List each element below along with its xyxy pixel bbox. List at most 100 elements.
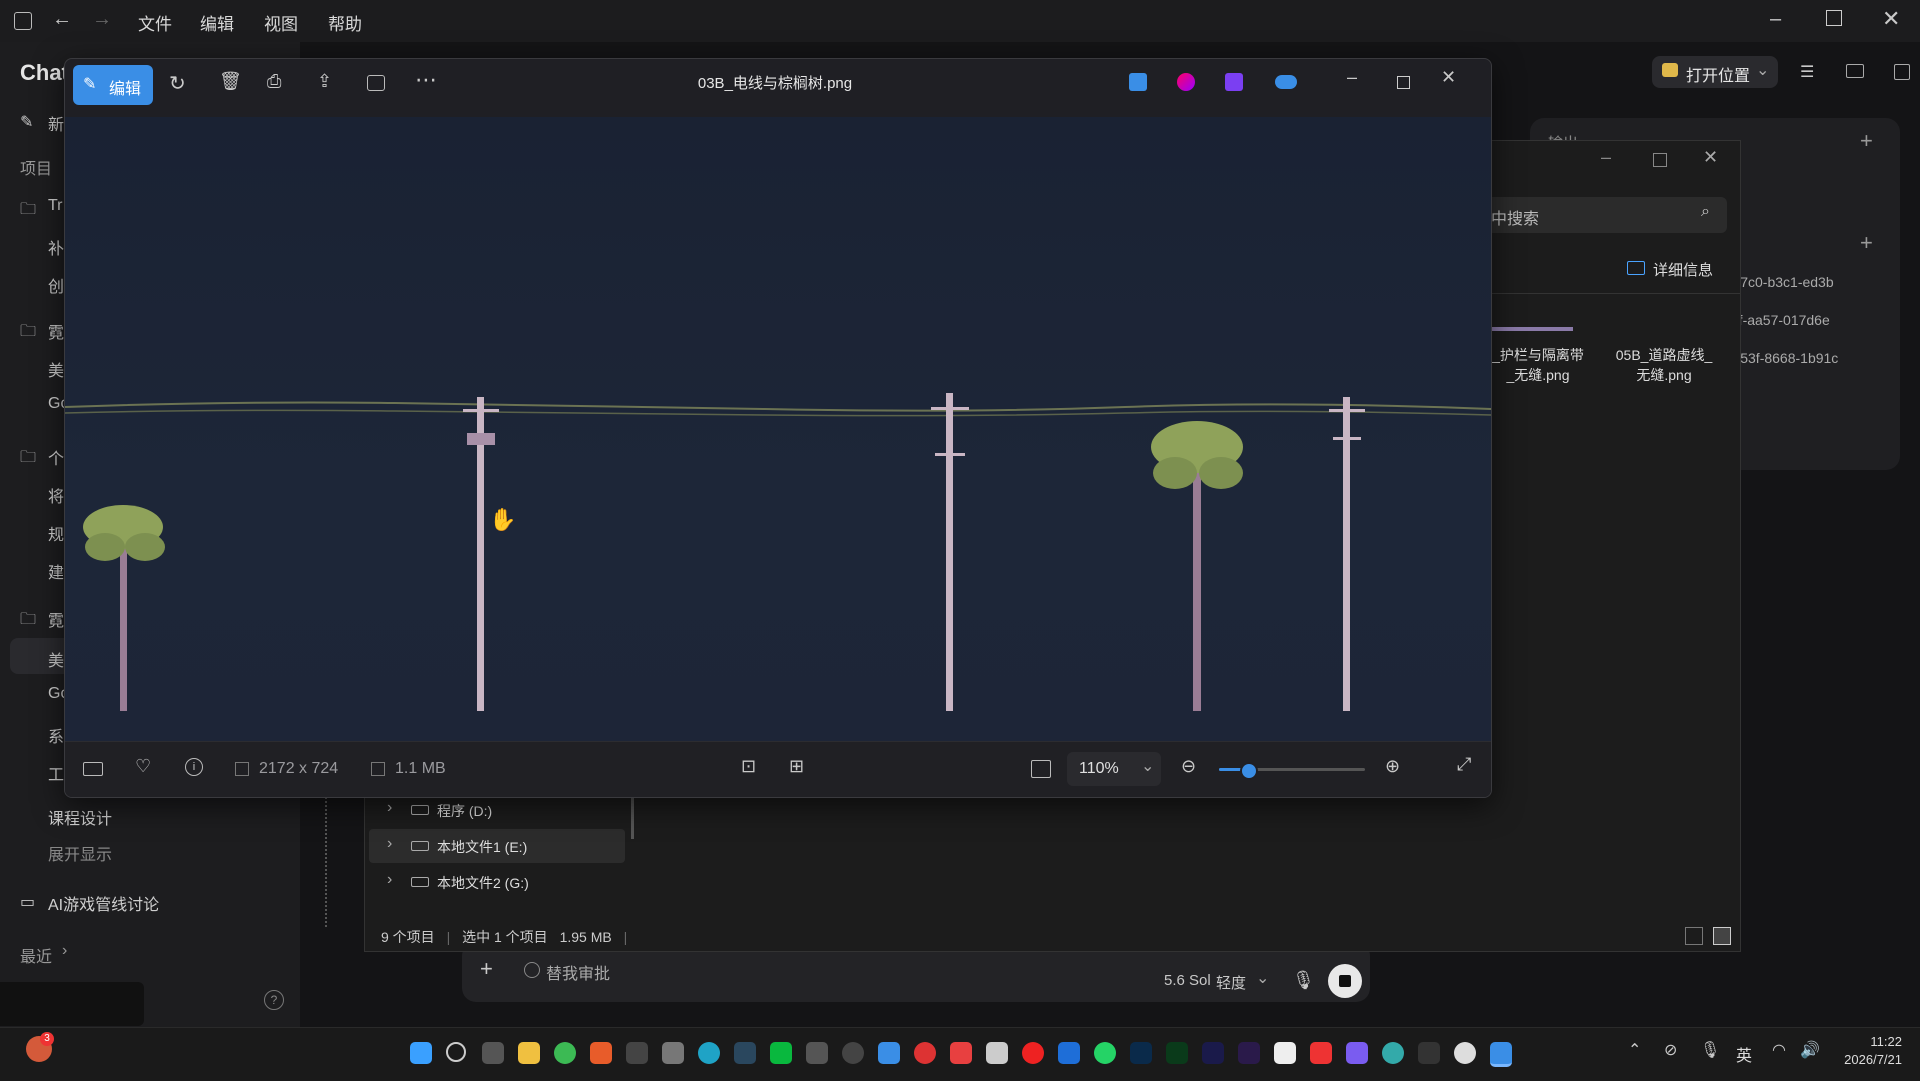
model-label[interactable]: 5.6 Sol xyxy=(1164,972,1211,989)
search-icon[interactable] xyxy=(446,1042,466,1062)
openai-icon[interactable] xyxy=(1454,1042,1476,1064)
zoom-out-icon[interactable]: ⊖ xyxy=(1181,756,1196,777)
chevron-right-icon[interactable]: › xyxy=(387,835,392,853)
menu-file[interactable]: 文件 xyxy=(138,10,172,35)
expand-more-link[interactable]: 展开显示 xyxy=(0,832,300,868)
info-icon[interactable]: i xyxy=(185,758,203,776)
start-icon[interactable] xyxy=(410,1042,432,1064)
blender-icon[interactable] xyxy=(590,1042,612,1064)
forward-arrow-icon[interactable]: → xyxy=(92,8,112,31)
print-icon[interactable]: ⎙ xyxy=(267,71,281,92)
menu-help[interactable]: 帮助 xyxy=(328,10,362,35)
sidebar-item-course[interactable]: 课程设计 xyxy=(0,796,300,832)
edge-icon[interactable] xyxy=(698,1042,720,1064)
steam-icon[interactable] xyxy=(734,1042,756,1064)
photos-taskbar-icon[interactable] xyxy=(1490,1042,1512,1067)
chat-input-placeholder[interactable]: 替我审批 xyxy=(546,960,610,984)
minimize-icon[interactable]: – xyxy=(1601,147,1611,168)
app-icon[interactable] xyxy=(1382,1042,1404,1064)
app-icon[interactable] xyxy=(1346,1042,1368,1064)
chevron-right-icon[interactable]: › xyxy=(387,871,392,889)
chevron-down-icon[interactable]: ⌄ xyxy=(1256,968,1269,988)
tree-item[interactable]: › 本地文件2 (G:) xyxy=(369,865,625,899)
app-icon[interactable] xyxy=(1166,1042,1188,1064)
rotate-icon[interactable]: ↻ xyxy=(169,71,186,96)
photoshop-icon[interactable] xyxy=(1130,1042,1152,1064)
tree-item[interactable]: › 程序 (D:) xyxy=(369,793,625,827)
notion-icon[interactable] xyxy=(1274,1042,1296,1064)
list-icon[interactable]: ☰ xyxy=(1800,62,1814,82)
file-item[interactable]: 05B_道路虚线_ 无缝.png xyxy=(1609,345,1719,385)
chrome-icon[interactable] xyxy=(554,1042,576,1064)
account-area[interactable] xyxy=(0,982,144,1026)
file-explorer-icon[interactable] xyxy=(518,1042,540,1064)
focus-icon[interactable]: ⊡ xyxy=(741,756,756,777)
app-icon[interactable] xyxy=(914,1042,936,1064)
wifi-icon[interactable]: ◠ xyxy=(1772,1040,1786,1060)
app-icon[interactable] xyxy=(626,1042,648,1064)
filmstrip-icon[interactable] xyxy=(83,762,103,776)
maximize-icon[interactable] xyxy=(1397,76,1410,89)
search-icon[interactable]: ⌕ xyxy=(1701,203,1710,221)
details-view-icon[interactable] xyxy=(1685,927,1703,945)
restore-icon[interactable] xyxy=(1826,10,1842,26)
ocr-icon[interactable]: ⊞ xyxy=(789,756,804,777)
app-icon[interactable] xyxy=(1022,1042,1044,1064)
app-icon[interactable] xyxy=(950,1042,972,1064)
clock-date[interactable]: 2026/7/21 xyxy=(1820,1052,1902,1067)
file-item[interactable]: _护栏与隔离带 _无缝.png xyxy=(1483,345,1593,385)
zoom-dropdown[interactable]: 110% ⌄ xyxy=(1067,752,1161,786)
delete-icon[interactable]: 🗑 xyxy=(219,71,242,92)
open-location-button[interactable]: 打开位置 ⌄ xyxy=(1652,56,1778,88)
fit-window-icon[interactable] xyxy=(1031,760,1051,778)
onedrive-icon[interactable] xyxy=(1275,75,1297,89)
app-icon[interactable] xyxy=(1058,1042,1080,1064)
tree-scrollbar[interactable] xyxy=(631,797,634,839)
volume-icon[interactable]: 🔊 xyxy=(1800,1040,1820,1060)
back-arrow-icon[interactable]: ← xyxy=(52,8,72,31)
close-icon[interactable]: ✕ xyxy=(1882,6,1900,32)
photos-app-icon[interactable] xyxy=(1129,73,1147,91)
search-input[interactable]: 中搜索 ⌕ xyxy=(1485,197,1727,233)
window-icon[interactable] xyxy=(1894,64,1910,80)
stop-button[interactable] xyxy=(1328,964,1362,998)
share-icon[interactable]: ⇪ xyxy=(317,71,332,92)
app-icon[interactable] xyxy=(806,1042,828,1064)
menu-edit[interactable]: 编辑 xyxy=(200,10,234,35)
ime-indicator[interactable]: 英 xyxy=(1736,1042,1752,1066)
task-view-icon[interactable] xyxy=(482,1042,504,1064)
add-icon[interactable]: + xyxy=(1860,128,1873,154)
edit-button[interactable]: ✎ 编辑 xyxy=(73,65,153,105)
recent-header[interactable]: 最近 › xyxy=(0,934,300,970)
after-effects-icon[interactable] xyxy=(1202,1042,1224,1064)
help-icon[interactable]: ? xyxy=(264,990,284,1010)
image-canvas[interactable]: ✋ xyxy=(65,117,1491,741)
menu-view[interactable]: 视图 xyxy=(264,10,298,35)
chevron-up-icon[interactable]: ⌃ xyxy=(1628,1040,1641,1060)
panel-icon[interactable] xyxy=(1846,64,1864,78)
zoom-slider-thumb[interactable] xyxy=(1240,762,1259,780)
minimize-icon[interactable]: – xyxy=(1770,8,1781,31)
app-icon[interactable] xyxy=(878,1042,900,1064)
add-icon[interactable]: + xyxy=(1860,230,1873,256)
app-icon[interactable] xyxy=(662,1042,684,1064)
whatsapp-icon[interactable] xyxy=(1094,1042,1116,1064)
clock-time[interactable]: 11:22 xyxy=(1836,1034,1902,1049)
network-off-icon[interactable]: ⊘ xyxy=(1664,1040,1677,1060)
app-icon[interactable] xyxy=(842,1042,864,1064)
sidebar-toggle-icon[interactable] xyxy=(14,12,32,30)
minimize-icon[interactable]: – xyxy=(1347,67,1357,88)
fullscreen-icon[interactable]: ⤢ xyxy=(1457,754,1471,775)
microphone-icon[interactable]: 🎙 xyxy=(1292,970,1315,991)
close-icon[interactable]: ✕ xyxy=(1703,147,1718,168)
microphone-icon[interactable]: 🎙 xyxy=(1700,1040,1720,1060)
plus-icon[interactable]: + xyxy=(480,956,493,982)
notification-app-icon[interactable]: 3 xyxy=(26,1032,54,1062)
zoom-slider[interactable] xyxy=(1219,762,1365,780)
app-icon[interactable] xyxy=(1310,1042,1332,1064)
zoom-in-icon[interactable]: ⊕ xyxy=(1385,756,1400,777)
clipchamp-app-icon[interactable] xyxy=(1225,73,1243,91)
slideshow-icon[interactable] xyxy=(367,75,385,91)
tree-item-selected[interactable]: › 本地文件1 (E:) xyxy=(369,829,625,863)
mode-label[interactable]: 轻度 xyxy=(1216,972,1246,993)
